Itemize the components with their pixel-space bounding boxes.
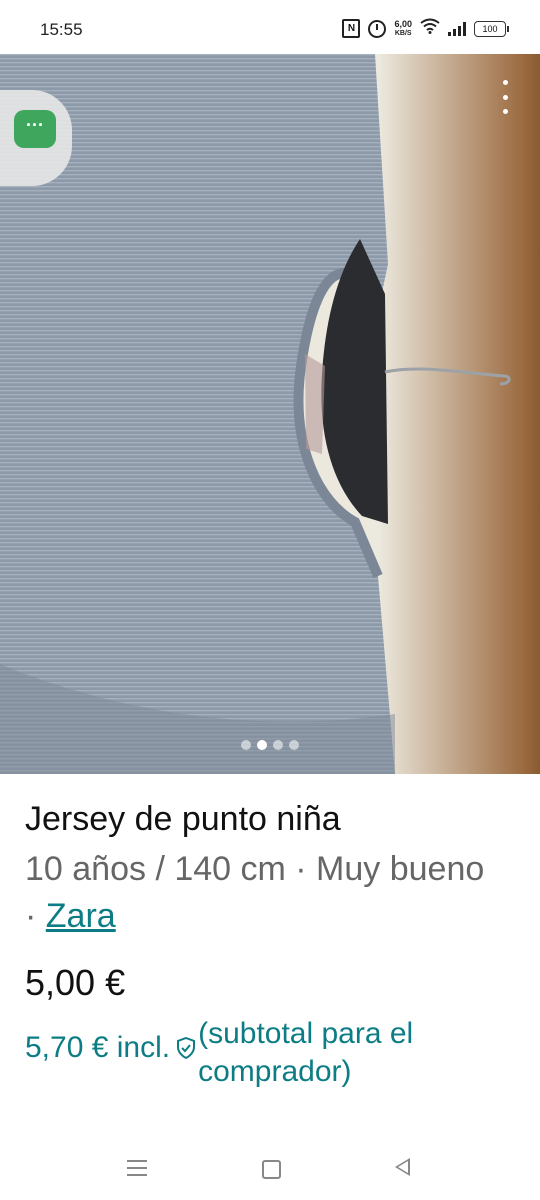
network-speed-value: 6,00 — [394, 18, 412, 29]
system-navigation-bar — [0, 1140, 540, 1200]
recent-apps-button[interactable] — [127, 1160, 147, 1176]
carousel-dot — [241, 740, 251, 750]
shield-icon — [177, 1037, 196, 1059]
system-back-button[interactable] — [395, 1158, 410, 1176]
carousel-dot — [289, 740, 299, 750]
product-photo — [0, 54, 511, 774]
nfc-icon: N — [342, 19, 361, 38]
carousel-dot-active — [257, 740, 267, 750]
carousel-dot — [273, 740, 283, 750]
listing-price: 5,00 € — [25, 962, 126, 1003]
status-icons: N 6,00 KB/S 100 — [342, 18, 509, 39]
wifi-icon — [420, 18, 440, 39]
listing-title: Jersey de punto niña — [25, 800, 341, 838]
alarm-icon — [368, 19, 387, 38]
more-options-button[interactable] — [500, 80, 510, 114]
home-button[interactable] — [262, 1160, 281, 1179]
carousel-indicator — [0, 740, 540, 750]
listing-details: 10 años / 140 cm · Muy bueno · Zara — [25, 846, 505, 940]
battery-indicator: 100 — [474, 20, 509, 37]
buyer-price-row[interactable]: 5,70 € incl. (subtotal para el comprador… — [25, 1015, 498, 1091]
network-speed: 6,00 KB/S — [394, 18, 412, 38]
status-time: 15:55 — [40, 20, 83, 39]
product-photo-carousel[interactable]: ··· — [0, 54, 540, 774]
status-bar: 15:55 N 6,00 KB/S 100 — [0, 0, 540, 54]
network-speed-unit: KB/S — [394, 29, 412, 37]
chat-bubble-icon[interactable]: ··· — [14, 110, 56, 148]
buyer-price: 5,70 € incl. — [25, 1031, 171, 1064]
buyer-price-note: (subtotal para el comprador) — [198, 1017, 414, 1088]
brand-link[interactable]: Zara — [46, 897, 116, 935]
more-vertical-icon — [502, 80, 508, 85]
signal-icon — [448, 21, 466, 36]
